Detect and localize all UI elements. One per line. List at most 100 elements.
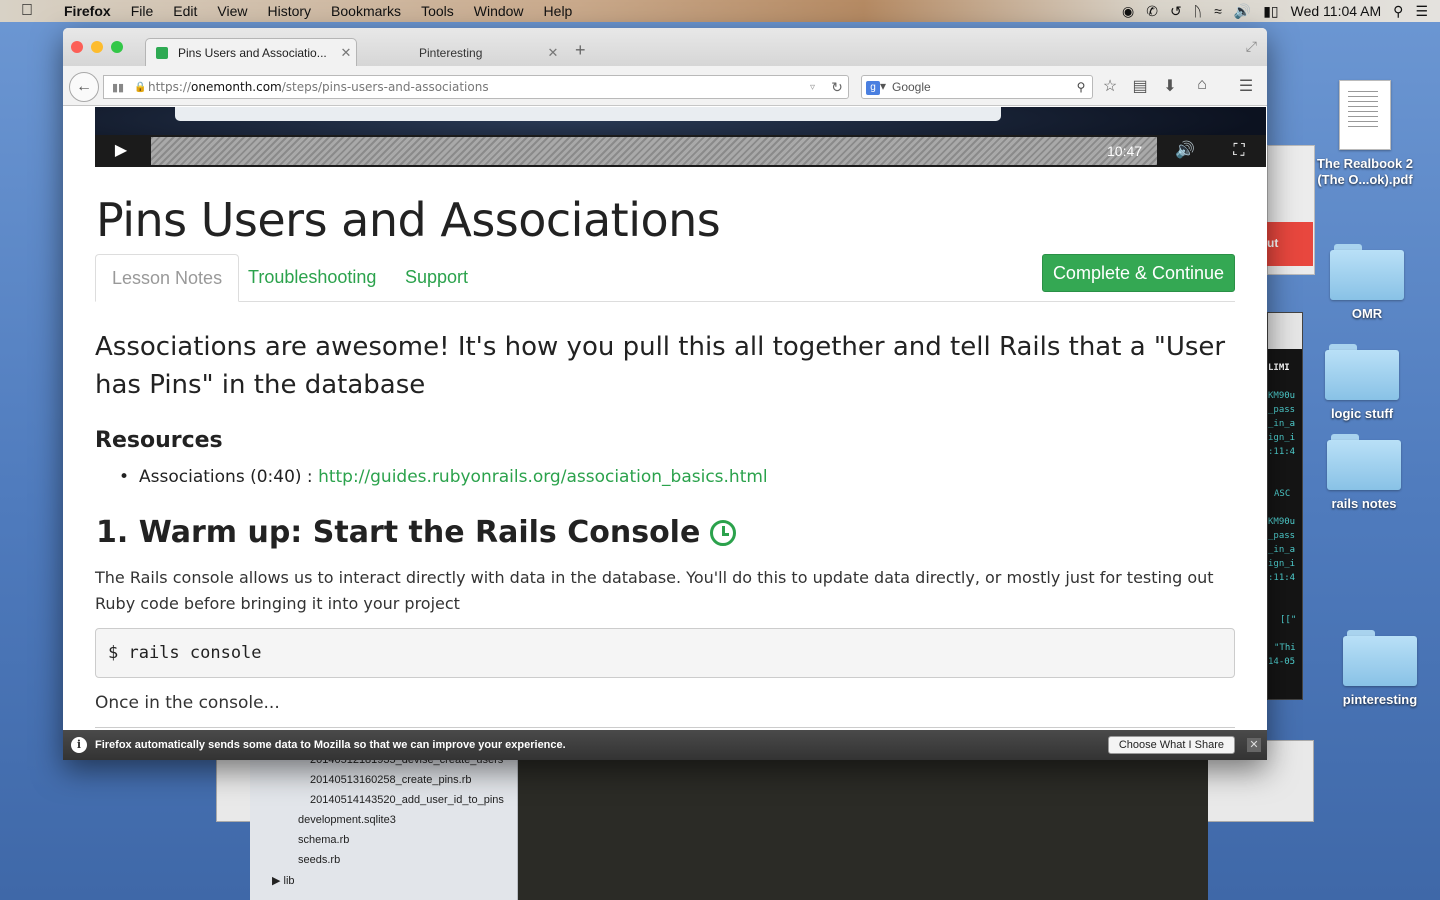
lock-icon: 🔒 — [134, 81, 147, 93]
desktop-icon-label: The Realbook 2 (The O...ok).pdf — [1316, 156, 1414, 187]
wifi-icon[interactable]: ≈ — [1214, 3, 1222, 19]
play-icon[interactable]: ▶ — [95, 135, 147, 167]
editor-file-tree: 20140512181935_devise_create_users 20140… — [250, 740, 518, 900]
downloads-icon[interactable]: ⬇ — [1159, 76, 1181, 96]
folder-icon — [1327, 434, 1401, 490]
bookmarks-menu-icon[interactable]: ▤ — [1129, 76, 1151, 96]
file-item[interactable]: schema.rb — [298, 834, 349, 846]
close-tab-icon[interactable]: ✕ — [336, 45, 356, 61]
site-identity-icon[interactable]: ▮▮ — [104, 81, 134, 94]
url-dropdown-icon[interactable]: ▿ — [810, 82, 826, 93]
terminal-line: _in_a — [1268, 545, 1296, 555]
tab-lesson[interactable]: Pins Users and Associatio... ✕ — [145, 38, 357, 66]
url-scheme: https:// — [148, 80, 192, 94]
desktop-icon-pdf[interactable]: The Realbook 2 (The O...ok).pdf — [1310, 80, 1420, 188]
desktop-icon-logic-stuff[interactable]: logic stuff — [1307, 344, 1417, 422]
file-item[interactable]: development.sqlite3 — [298, 814, 396, 826]
menu-tools[interactable]: Tools — [411, 0, 464, 22]
tab-bar: Pins Users and Associatio... ✕ Pinterest… — [63, 28, 1267, 66]
terminal-line: _pass — [1268, 531, 1296, 541]
tab-troubleshooting[interactable]: Troubleshooting — [232, 254, 392, 302]
resources-heading: Resources — [95, 428, 223, 453]
file-item[interactable]: seeds.rb — [298, 854, 340, 866]
resource-link[interactable]: http://guides.rubyonrails.org/associatio… — [318, 467, 768, 487]
menu-history[interactable]: History — [257, 0, 321, 22]
phone-icon[interactable]: ✆ — [1146, 3, 1158, 20]
back-button[interactable]: ← — [69, 72, 99, 102]
calendar-favicon-icon — [156, 46, 168, 59]
menu-view[interactable]: View — [207, 0, 257, 22]
video-controls: ▶ 10:47 🔊 ⛶ — [95, 135, 1266, 167]
desktop-icon-rails-notes[interactable]: rails notes — [1309, 434, 1419, 512]
menubar-clock[interactable]: Wed 11:04 AM — [1291, 3, 1382, 19]
desktop-icon-omr[interactable]: OMR — [1312, 244, 1422, 322]
folder-icon — [1325, 344, 1399, 400]
menu-app-name[interactable]: Firefox — [54, 0, 121, 22]
terminal-line: LIMI — [1268, 363, 1290, 373]
notification-center-icon[interactable]: ☰ — [1415, 3, 1428, 20]
file-item[interactable]: 20140514143520_add_user_id_to_pins — [310, 794, 518, 806]
terminal-line: "Thi — [1274, 643, 1296, 653]
search-bar[interactable]: g ▾ Google ⚲ — [861, 75, 1093, 99]
desktop-icon-pinteresting[interactable]: pinteresting — [1325, 630, 1435, 708]
terminal-line: KM90u — [1268, 517, 1296, 527]
tab-pinteresting[interactable]: Pinteresting ✕ — [363, 40, 563, 66]
spotlight-icon[interactable]: ⚲ — [1393, 3, 1403, 20]
page-content: ▶ 10:47 🔊 ⛶ Pins Users and Associations … — [63, 107, 1267, 730]
tab-support[interactable]: Support — [389, 254, 484, 302]
time-machine-icon[interactable]: ↺ — [1170, 3, 1182, 20]
menu-file[interactable]: File — [121, 0, 164, 22]
search-engine-icon[interactable]: g ▾ — [862, 79, 892, 95]
bookmark-star-icon[interactable]: ☆ — [1099, 76, 1121, 96]
apple-menu-icon[interactable]:  — [0, 2, 54, 20]
volume-icon[interactable]: 🔊 — [1163, 135, 1207, 167]
menu-edit[interactable]: Edit — [163, 0, 207, 22]
menu-bookmarks[interactable]: Bookmarks — [321, 0, 411, 22]
folder-item[interactable]: ▶ lib — [272, 874, 295, 887]
status-app-icon[interactable]: ◉ — [1122, 3, 1134, 20]
search-input[interactable]: Google — [892, 80, 1070, 94]
new-tab-button[interactable]: + — [575, 40, 586, 61]
terminal-line: :11:4 — [1268, 447, 1296, 457]
battery-icon[interactable]: ▮▯ — [1263, 3, 1278, 20]
notification-message: Firefox automatically sends some data to… — [95, 739, 566, 751]
search-icon[interactable]: ⚲ — [1070, 80, 1092, 94]
bullet: • — [119, 467, 130, 487]
home-icon[interactable]: ⌂ — [1191, 76, 1213, 94]
terminal-line: [[" — [1280, 615, 1297, 625]
zoom-window-button[interactable] — [111, 41, 123, 53]
fullscreen-icon[interactable]: ⛶ — [1217, 135, 1261, 167]
minimize-window-button[interactable] — [91, 41, 103, 53]
pdf-document-icon — [1339, 80, 1391, 150]
reload-icon[interactable]: ↻ — [826, 79, 848, 96]
desktop-icon-label: OMR — [1351, 306, 1383, 321]
menu-window[interactable]: Window — [464, 0, 534, 22]
terminal-line: 14-05 — [1268, 657, 1296, 667]
terminal-line: _pass — [1268, 405, 1296, 415]
tab-title: Pinteresting — [419, 46, 483, 60]
url-path: /steps/pins-users-and-associations — [281, 80, 489, 94]
close-tab-icon[interactable]: ✕ — [543, 45, 563, 61]
tab-lesson-notes[interactable]: Lesson Notes — [95, 254, 240, 302]
video-player[interactable]: ▶ 10:47 🔊 ⛶ — [95, 107, 1266, 167]
clock-icon — [710, 519, 737, 546]
status-menus: ◉ ✆ ↺ ᚢ ≈ 🔊 ▮▯ Wed 11:04 AM ⚲ ☰ — [1110, 0, 1440, 22]
video-progress-track[interactable] — [151, 137, 1157, 165]
url-text[interactable]: https://onemonth.com/steps/pins-users-an… — [148, 80, 810, 94]
menu-help[interactable]: Help — [534, 0, 583, 22]
fullscreen-icon[interactable]: ⤢ — [1246, 38, 1257, 55]
step-heading-text: 1. Warm up: Start the Rails Console — [96, 515, 701, 550]
desktop-icon-label: rails notes — [1331, 496, 1397, 511]
volume-icon[interactable]: 🔊 — [1234, 3, 1251, 20]
background-terminal: LIMI KM90u _pass _in_a ign_i :11:4 ASC K… — [1267, 312, 1303, 700]
hamburger-menu-icon[interactable]: ☰ — [1235, 76, 1257, 96]
file-item[interactable]: 20140513160258_create_pins.rb — [310, 774, 471, 786]
complete-continue-button[interactable]: Complete & Continue — [1042, 254, 1235, 292]
choose-what-i-share-button[interactable]: Choose What I Share — [1107, 736, 1235, 754]
disclosure-triangle-icon[interactable]: ▶ — [272, 875, 284, 887]
url-bar[interactable]: ▮▮ 🔒 https://onemonth.com/steps/pins-use… — [103, 75, 849, 99]
close-icon[interactable]: ✕ — [1247, 738, 1261, 752]
close-window-button[interactable] — [71, 41, 83, 53]
bluetooth-icon[interactable]: ᚢ — [1194, 3, 1202, 19]
background-red-button: ut — [1267, 222, 1313, 266]
